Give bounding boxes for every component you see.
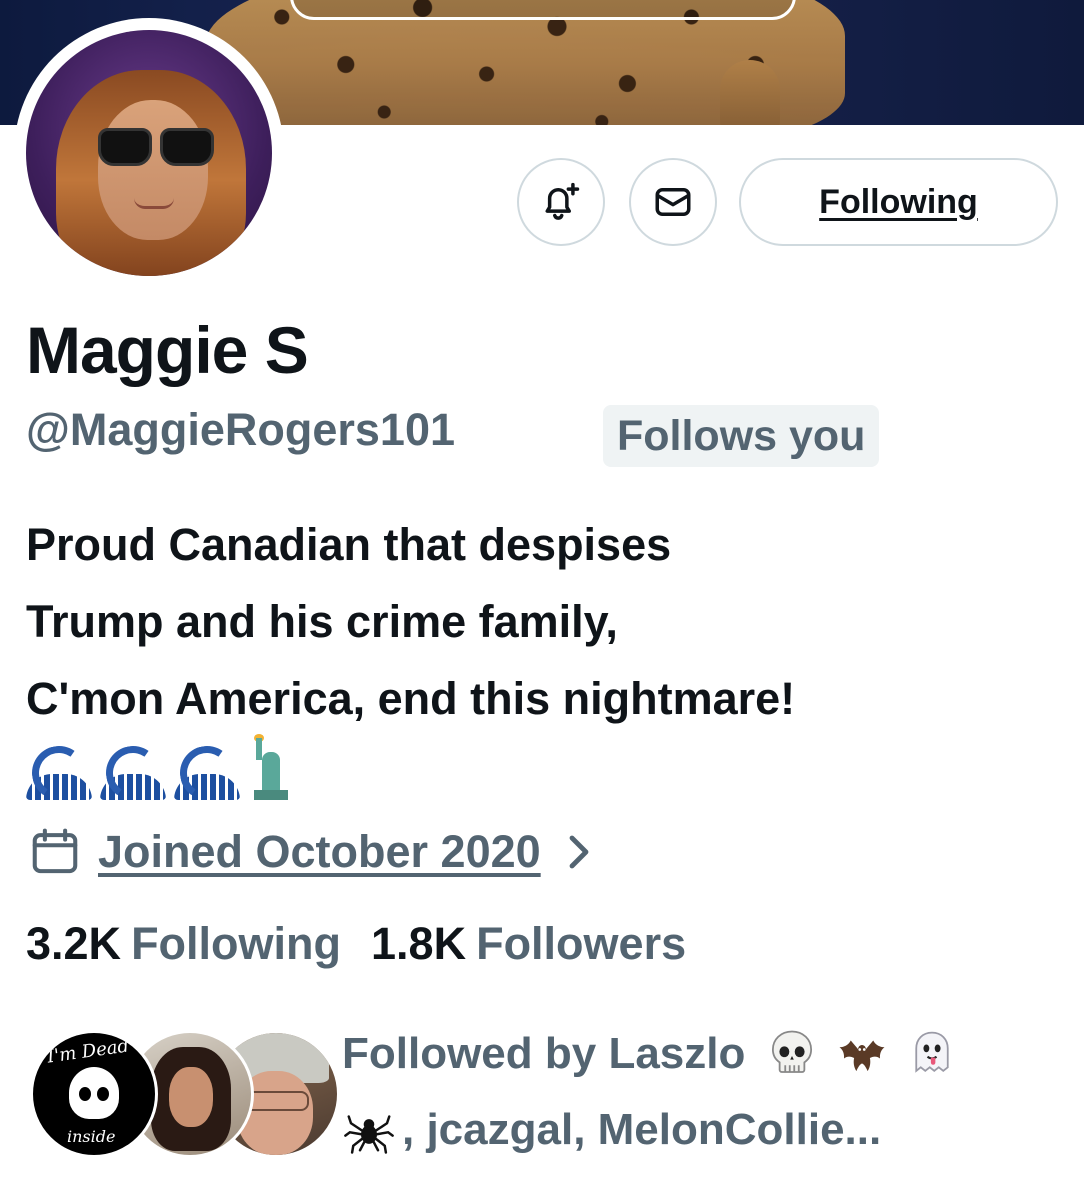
water-wave-icon bbox=[26, 740, 92, 800]
profile-bio: Proud Canadian that despises Trump and h… bbox=[26, 506, 1066, 737]
avatar-caption-bottom: inside bbox=[67, 1127, 116, 1146]
bell-plus-icon bbox=[545, 182, 580, 220]
water-wave-icon bbox=[100, 740, 166, 800]
bio-line: Trump and his crime family, bbox=[26, 596, 618, 647]
envelope-icon bbox=[655, 188, 691, 216]
following-count[interactable]: 3.2K bbox=[26, 918, 121, 970]
water-wave-icon bbox=[174, 740, 240, 800]
bat-icon bbox=[839, 1040, 885, 1072]
message-button[interactable] bbox=[629, 158, 717, 246]
follower-avatar[interactable]: I'm Dead inside bbox=[30, 1030, 158, 1158]
follows-you-badge: Follows you bbox=[603, 405, 880, 467]
followed-by-avatars[interactable]: I'm Dead inside bbox=[30, 1030, 340, 1158]
display-name: Maggie S bbox=[26, 313, 309, 387]
followers-count[interactable]: 1.8K bbox=[371, 918, 466, 970]
spider-icon bbox=[344, 1115, 394, 1154]
followed-by-line2: , jcazgal, MelonCollie... bbox=[402, 1105, 882, 1154]
user-handle: @MaggieRogers101 bbox=[26, 404, 456, 455]
ghost-icon bbox=[915, 1031, 950, 1073]
joined-date-row[interactable]: Joined October 2020 bbox=[28, 822, 593, 882]
follow-counts: 3.2K Following 1.8K Followers bbox=[26, 918, 686, 970]
statue-of-liberty-icon bbox=[248, 734, 292, 800]
avatar-caption-top: I'm Dead bbox=[45, 1035, 131, 1068]
bio-line: Proud Canadian that despises bbox=[26, 519, 672, 570]
chevron-right-icon bbox=[569, 835, 589, 869]
followed-by-line1: Followed by Laszlo bbox=[342, 1029, 746, 1078]
following-button[interactable]: Following bbox=[739, 158, 1058, 246]
cat-leg bbox=[720, 60, 780, 125]
followed-by-text[interactable]: Followed by Laszlo , jcazgal, MelonColli… bbox=[342, 1016, 1062, 1168]
profile-avatar[interactable] bbox=[14, 18, 284, 288]
profile-photo bbox=[26, 30, 272, 276]
calendar-icon bbox=[32, 828, 78, 874]
skull-icon bbox=[772, 1030, 813, 1073]
bio-line: C'mon America, end this nightmare! bbox=[26, 673, 796, 724]
following-label[interactable]: Following bbox=[131, 918, 341, 970]
bio-emoji-row bbox=[26, 734, 292, 800]
joined-date[interactable]: Joined October 2020 bbox=[98, 826, 541, 878]
notifications-button[interactable] bbox=[517, 158, 605, 246]
followers-label[interactable]: Followers bbox=[476, 918, 686, 970]
banner-overlay-button[interactable] bbox=[290, 0, 796, 20]
